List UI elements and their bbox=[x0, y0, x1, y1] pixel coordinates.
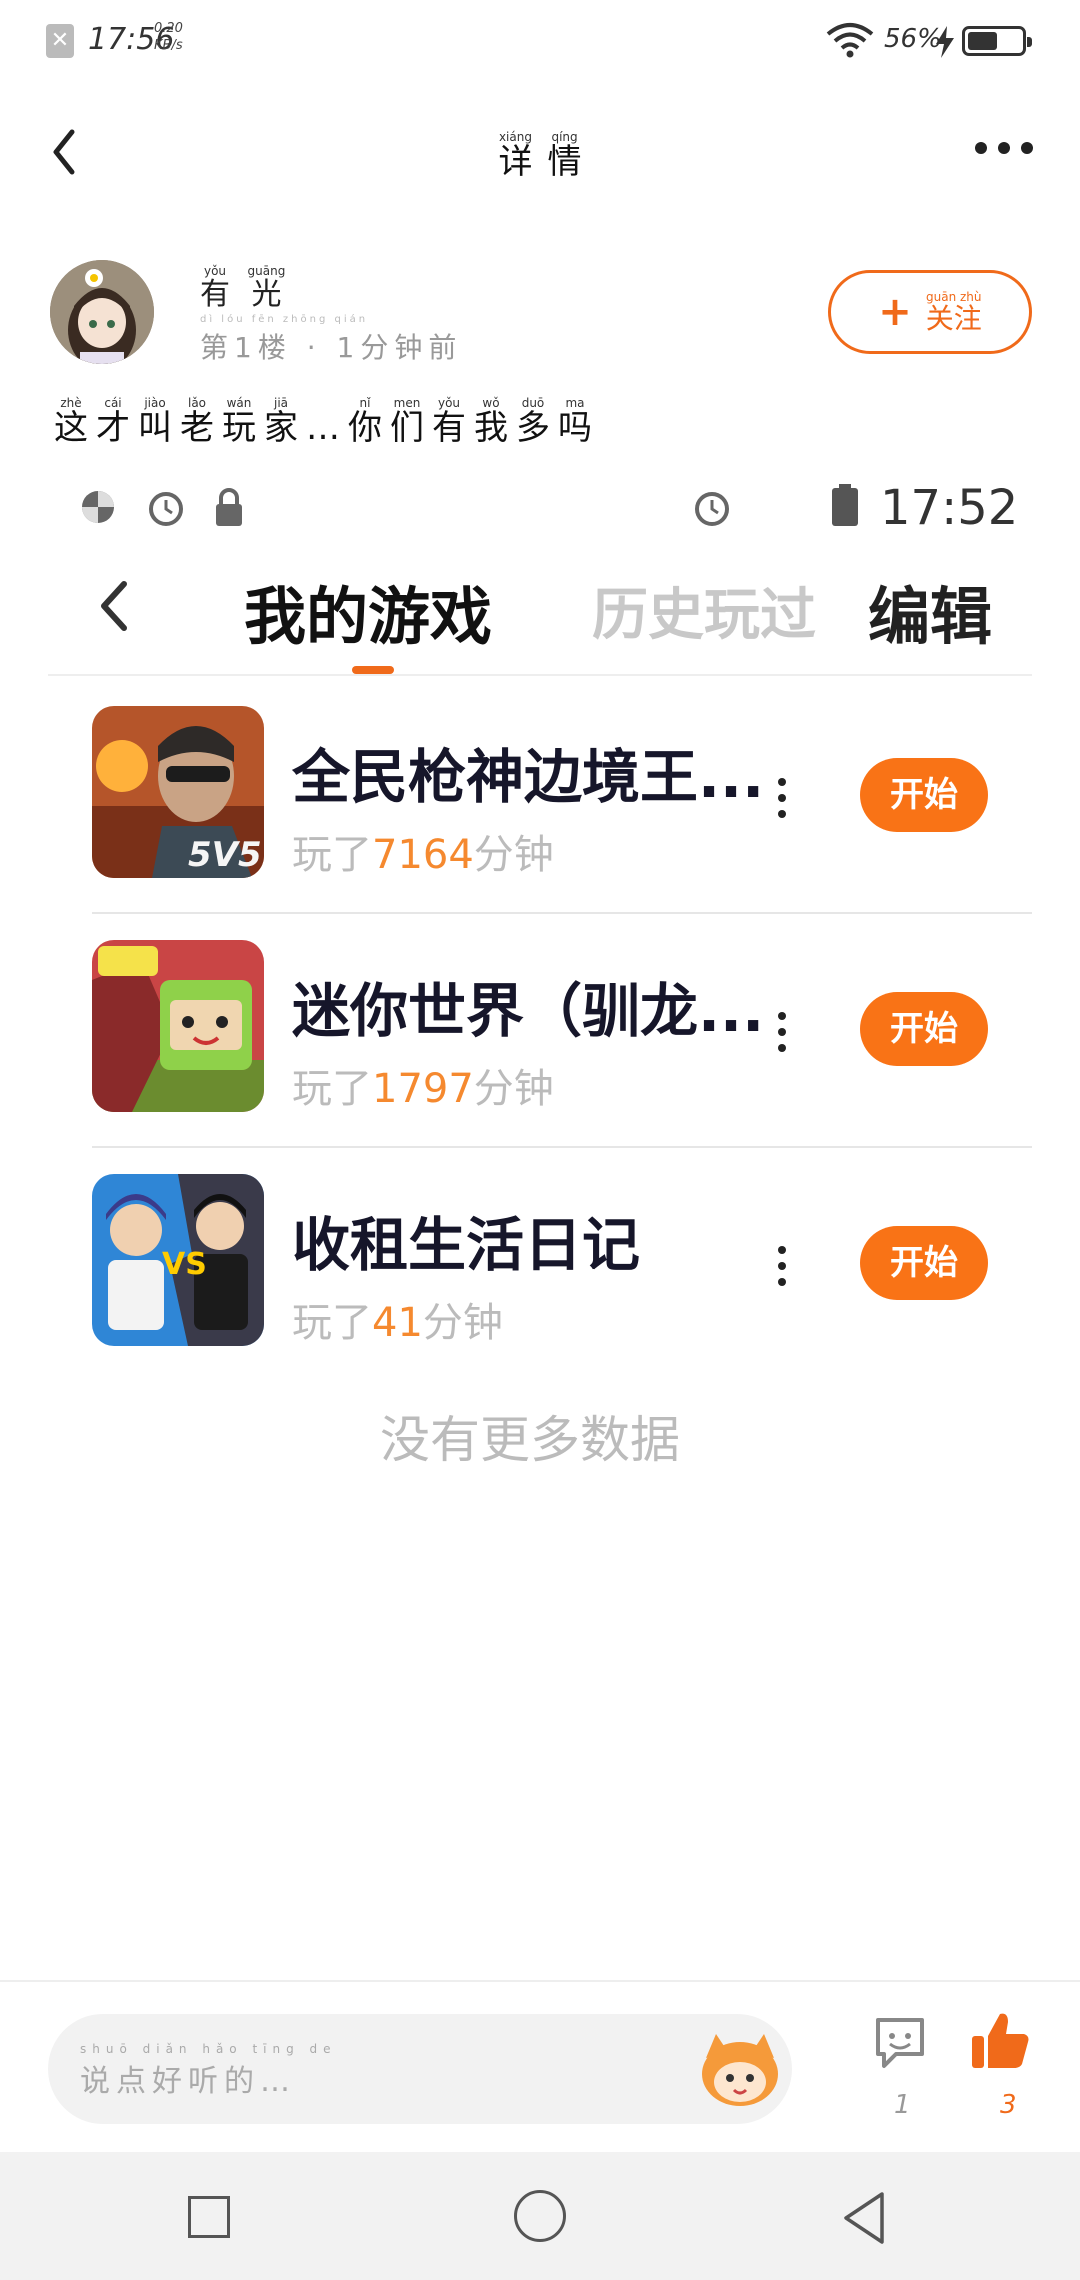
embedded-status-icons bbox=[80, 484, 250, 534]
kebab-icon bbox=[778, 778, 786, 818]
battery-icon bbox=[962, 26, 1032, 56]
message-icon[interactable] bbox=[872, 2014, 928, 2070]
embedded-time: 17:52 bbox=[880, 480, 1019, 536]
game-playtime: 玩了41分钟 bbox=[292, 1300, 503, 1346]
divider bbox=[92, 912, 1032, 914]
start-button: 开始 bbox=[860, 758, 988, 832]
game-row: 迷你世界（驯龙... 玩了1797分钟 开始 bbox=[92, 940, 1032, 1172]
post-text: zhè 这 cái 才 jiào 叫 lǎo 老 wán 玩 jiā 家 … nǐ 你 men 们 yǒu 有 wǒ… bbox=[54, 396, 592, 448]
game-title: 迷你世界（驯龙... bbox=[292, 977, 765, 1045]
follow-button[interactable]: + guān zhù 关注 bbox=[828, 270, 1032, 354]
notification-close-icon: ✕ bbox=[46, 24, 74, 58]
back-icon[interactable] bbox=[50, 128, 110, 188]
recent-apps-button[interactable] bbox=[188, 2196, 230, 2238]
more-dots-icon[interactable] bbox=[972, 128, 1042, 168]
divider bbox=[48, 674, 1032, 676]
divider bbox=[0, 1980, 1080, 1982]
game-icon: VS bbox=[92, 1174, 264, 1346]
tab-history: 历史玩过 bbox=[592, 583, 816, 648]
start-button: 开始 bbox=[860, 992, 988, 1066]
home-button[interactable] bbox=[514, 2190, 566, 2242]
like-count: 3 bbox=[1000, 2090, 1017, 2120]
game-row: VS 收租生活日记 玩了41分钟 开始 bbox=[92, 1174, 1032, 1406]
mascot-icon[interactable] bbox=[698, 2030, 782, 2108]
tab-indicator bbox=[352, 666, 394, 674]
embedded-back-icon bbox=[101, 581, 127, 631]
game-row: 5V5 全民枪神边境王... 玩了7164分钟 开始 bbox=[92, 706, 1032, 938]
kebab-icon bbox=[778, 1012, 786, 1052]
network-speed: 0.20 KB/s bbox=[154, 21, 183, 53]
embedded-alarm-icon bbox=[695, 492, 729, 526]
kebab-icon bbox=[778, 1246, 786, 1286]
game-title: 收租生活日记 bbox=[292, 1211, 641, 1279]
tab-my-games: 我的游戏 bbox=[244, 580, 493, 653]
game-title: 全民枪神边境王... bbox=[292, 743, 765, 811]
thumbs-up-icon[interactable] bbox=[970, 2010, 1032, 2072]
embedded-battery-icon bbox=[832, 484, 858, 526]
svg-text:5V5: 5V5 bbox=[188, 835, 262, 875]
system-back-button[interactable] bbox=[840, 2190, 890, 2246]
svg-text:VS: VS bbox=[162, 1247, 207, 1282]
no-more-data: 没有更多数据 bbox=[380, 1411, 680, 1469]
game-playtime: 玩了7164分钟 bbox=[292, 832, 554, 878]
plus-icon: + bbox=[878, 289, 912, 335]
author-name[interactable]: yǒu 有 guāng 光 bbox=[200, 264, 285, 311]
wifi-icon bbox=[826, 23, 874, 58]
post-meta: dì lóu fēn zhōng qián 第1楼 · 1分钟前 bbox=[200, 314, 463, 364]
divider bbox=[92, 1146, 1032, 1148]
avatar[interactable] bbox=[50, 260, 154, 364]
start-button: 开始 bbox=[860, 1226, 988, 1300]
page-title: xiáng 详 qíng 情 bbox=[498, 130, 582, 182]
comment-placeholder[interactable]: shuō diǎn hǎo tīng de 说点好听的… bbox=[80, 2042, 337, 2100]
game-playtime: 玩了1797分钟 bbox=[292, 1066, 554, 1112]
game-icon: 5V5 bbox=[92, 706, 264, 878]
game-icon bbox=[92, 940, 264, 1112]
charging-icon bbox=[936, 26, 954, 58]
edit-label: 编辑 bbox=[868, 580, 993, 653]
comment-count: 1 bbox=[894, 2090, 911, 2120]
